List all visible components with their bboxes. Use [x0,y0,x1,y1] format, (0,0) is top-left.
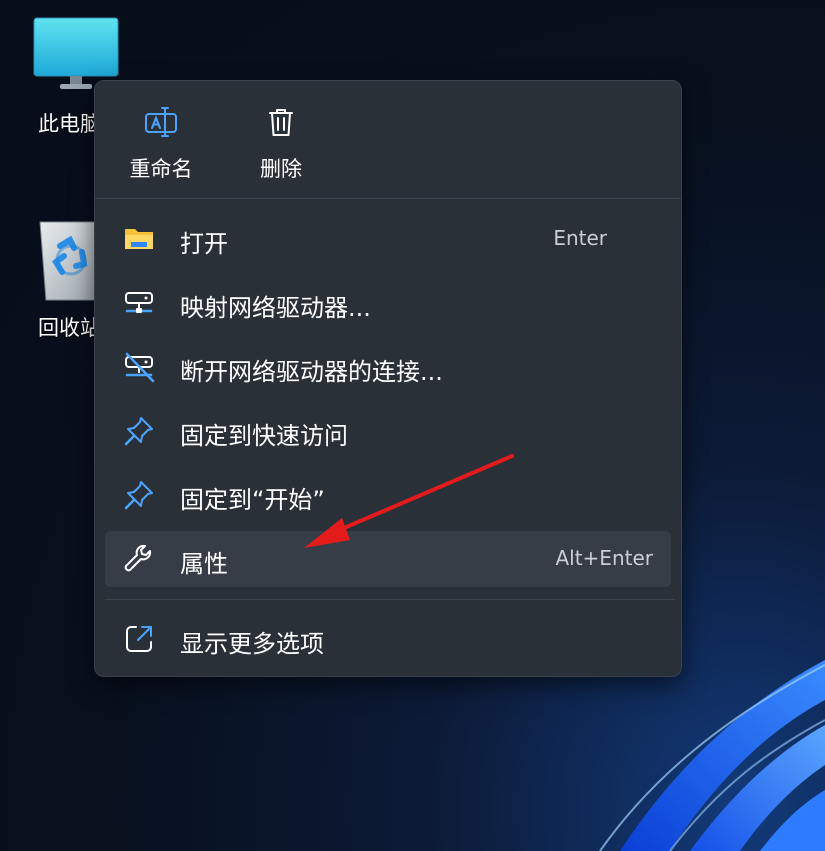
rename-button[interactable]: 重命名 [116,99,206,189]
menu-item-label: 显示更多选项 [180,630,324,658]
trash-icon [269,109,293,136]
desktop: 此电脑 回收站 重命名 删除 打开 Enter 映射网络驱动器... 断开网络驱… [0,0,825,851]
menu-item-label: 打开 [180,230,228,258]
delete-button-label: 删除 [260,157,302,181]
menu-item-label: 固定到快速访问 [180,422,348,450]
menu-item-shortcut: Alt+Enter [555,546,653,570]
disconnect-network-drive-icon [125,352,155,383]
desktop-icon-label: 此电脑 [38,112,101,136]
pin-icon [124,481,153,510]
menu-item-show-more-options[interactable]: 显示更多选项 [105,611,671,667]
delete-button[interactable]: 删除 [236,99,326,189]
menu-divider [95,198,681,199]
wrench-icon [124,544,152,572]
context-menu: 重命名 删除 打开 Enter 映射网络驱动器... 断开网络驱动器的连接...… [94,80,682,677]
rename-icon [145,107,177,137]
menu-item-label: 断开网络驱动器的连接... [180,358,443,386]
menu-divider [105,599,675,600]
network-drive-icon [125,292,153,313]
menu-item-map-network-drive[interactable]: 映射网络驱动器... [105,275,671,331]
rename-button-label: 重命名 [129,157,193,181]
desktop-icon-label: 回收站 [38,316,101,340]
context-menu-top-actions: 重命名 删除 [95,81,681,198]
menu-item-label: 映射网络驱动器... [180,294,371,322]
annotation-arrow [304,454,514,548]
menu-item-label: 属性 [180,550,228,578]
open-external-icon [126,626,152,652]
menu-item-open[interactable]: 打开 Enter [105,211,671,267]
folder-icon [125,229,153,249]
menu-item-disconnect-network-drive[interactable]: 断开网络驱动器的连接... [105,339,671,395]
menu-item-shortcut: Enter [553,226,607,250]
pin-icon [124,417,153,446]
